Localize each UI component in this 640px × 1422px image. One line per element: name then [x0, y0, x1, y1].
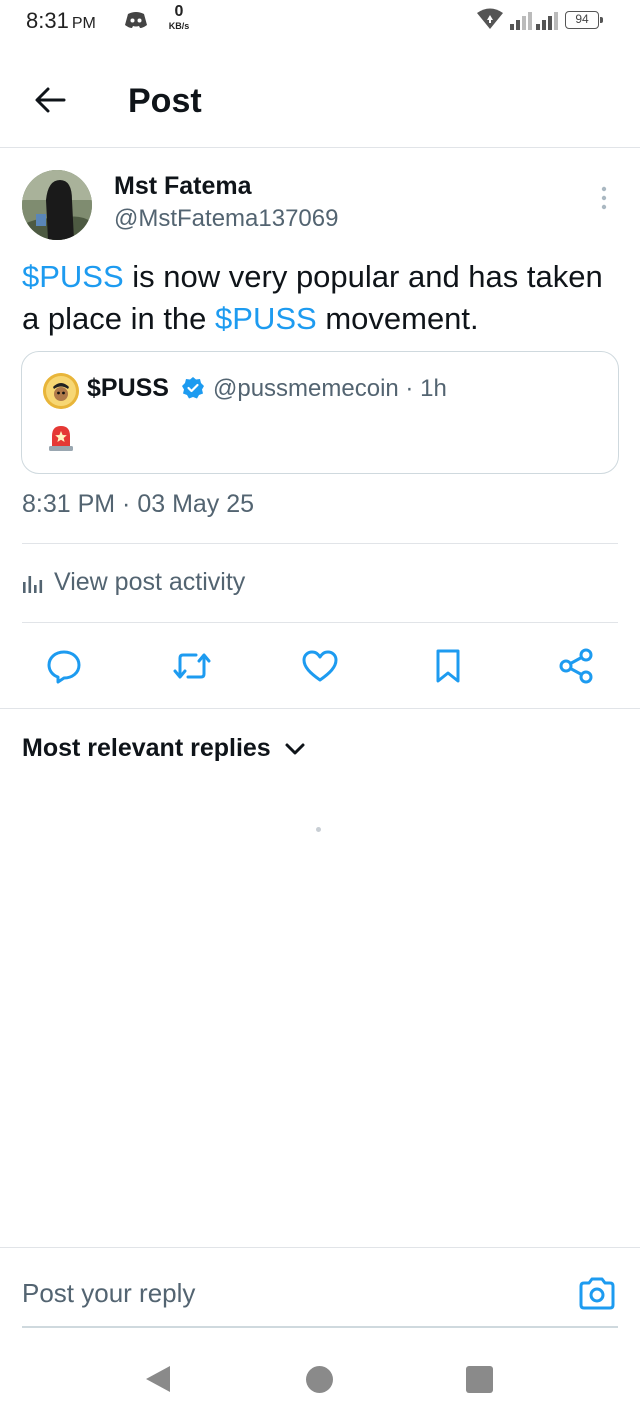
reply-composer	[0, 1247, 640, 1328]
divider	[22, 622, 618, 623]
repost-icon	[173, 653, 211, 679]
status-time-ampm: PM	[71, 15, 96, 32]
nav-back-button[interactable]	[144, 1364, 172, 1399]
siren-icon	[46, 422, 76, 457]
share-button[interactable]	[554, 644, 598, 688]
view-post-activity-label: View post activity	[54, 568, 246, 596]
status-time: 8:31 PM	[26, 8, 96, 34]
cashtag-link[interactable]: $PUSS	[22, 259, 124, 294]
author-name[interactable]: Mst Fatema	[114, 172, 252, 201]
quoted-avatar	[43, 373, 79, 409]
camera-button[interactable]	[578, 1276, 616, 1312]
net-speed: 0 KB/s	[162, 4, 196, 31]
more-options-button[interactable]	[592, 184, 616, 214]
like-button[interactable]	[298, 644, 342, 688]
reply-icon	[47, 650, 81, 684]
avatar-image	[22, 170, 92, 240]
more-vertical-icon	[601, 186, 607, 210]
heart-icon	[302, 650, 338, 682]
reply-input[interactable]	[22, 1278, 542, 1309]
page-title: Post	[128, 82, 202, 120]
post-timestamp: 8:31 PM · 03 May 25	[22, 490, 255, 518]
bar-chart-icon	[23, 575, 43, 593]
chevron-down-icon	[285, 743, 305, 754]
post-action-bar	[0, 640, 640, 690]
net-speed-value: 0	[174, 3, 184, 20]
nav-recents-button[interactable]	[466, 1366, 493, 1393]
loading-indicator	[316, 827, 321, 832]
post-text: $PUSS is now very popular and has taken …	[22, 256, 622, 340]
view-post-activity-button[interactable]: View post activity	[22, 568, 245, 597]
wifi-icon	[476, 8, 504, 35]
quoted-handle-time: @pussmemecoin · 1h	[213, 375, 447, 402]
battery-level: 94	[575, 12, 589, 26]
top-app-bar: Post	[0, 58, 640, 148]
quoted-post[interactable]: $PUSS @pussmemecoin · 1h	[21, 351, 619, 474]
post-text-segment: movement.	[316, 301, 479, 336]
nav-home-button[interactable]	[306, 1366, 333, 1393]
net-speed-unit: KB/s	[168, 21, 190, 31]
replies-sort-label: Most relevant replies	[22, 734, 271, 762]
bookmark-icon	[436, 649, 460, 683]
quoted-author-name: $PUSS	[87, 374, 169, 402]
discord-icon	[124, 10, 148, 35]
repost-button[interactable]	[170, 644, 214, 688]
system-nav-bar	[0, 1342, 640, 1422]
share-icon	[559, 648, 593, 684]
reply-button[interactable]	[42, 644, 86, 688]
signal-icon	[510, 10, 534, 35]
cashtag-link[interactable]: $PUSS	[215, 301, 317, 336]
bookmark-button[interactable]	[426, 644, 470, 688]
signal-icon	[536, 10, 560, 35]
status-time-value: 8:31	[26, 8, 69, 33]
divider	[0, 708, 640, 709]
verified-badge-icon	[181, 376, 205, 405]
reply-input-underline	[22, 1326, 618, 1328]
author-handle[interactable]: @MstFatema137069	[114, 205, 338, 233]
battery-icon: 94	[565, 11, 603, 29]
divider	[22, 543, 618, 544]
arrow-left-icon	[35, 87, 66, 113]
triangle-back-icon	[146, 1366, 170, 1392]
camera-icon	[579, 1277, 615, 1310]
status-bar: 8:31 PM 0 KB/s 94	[0, 0, 640, 46]
back-button[interactable]	[30, 80, 70, 120]
avatar[interactable]	[22, 170, 92, 240]
replies-sort-dropdown[interactable]: Most relevant replies	[22, 734, 309, 763]
